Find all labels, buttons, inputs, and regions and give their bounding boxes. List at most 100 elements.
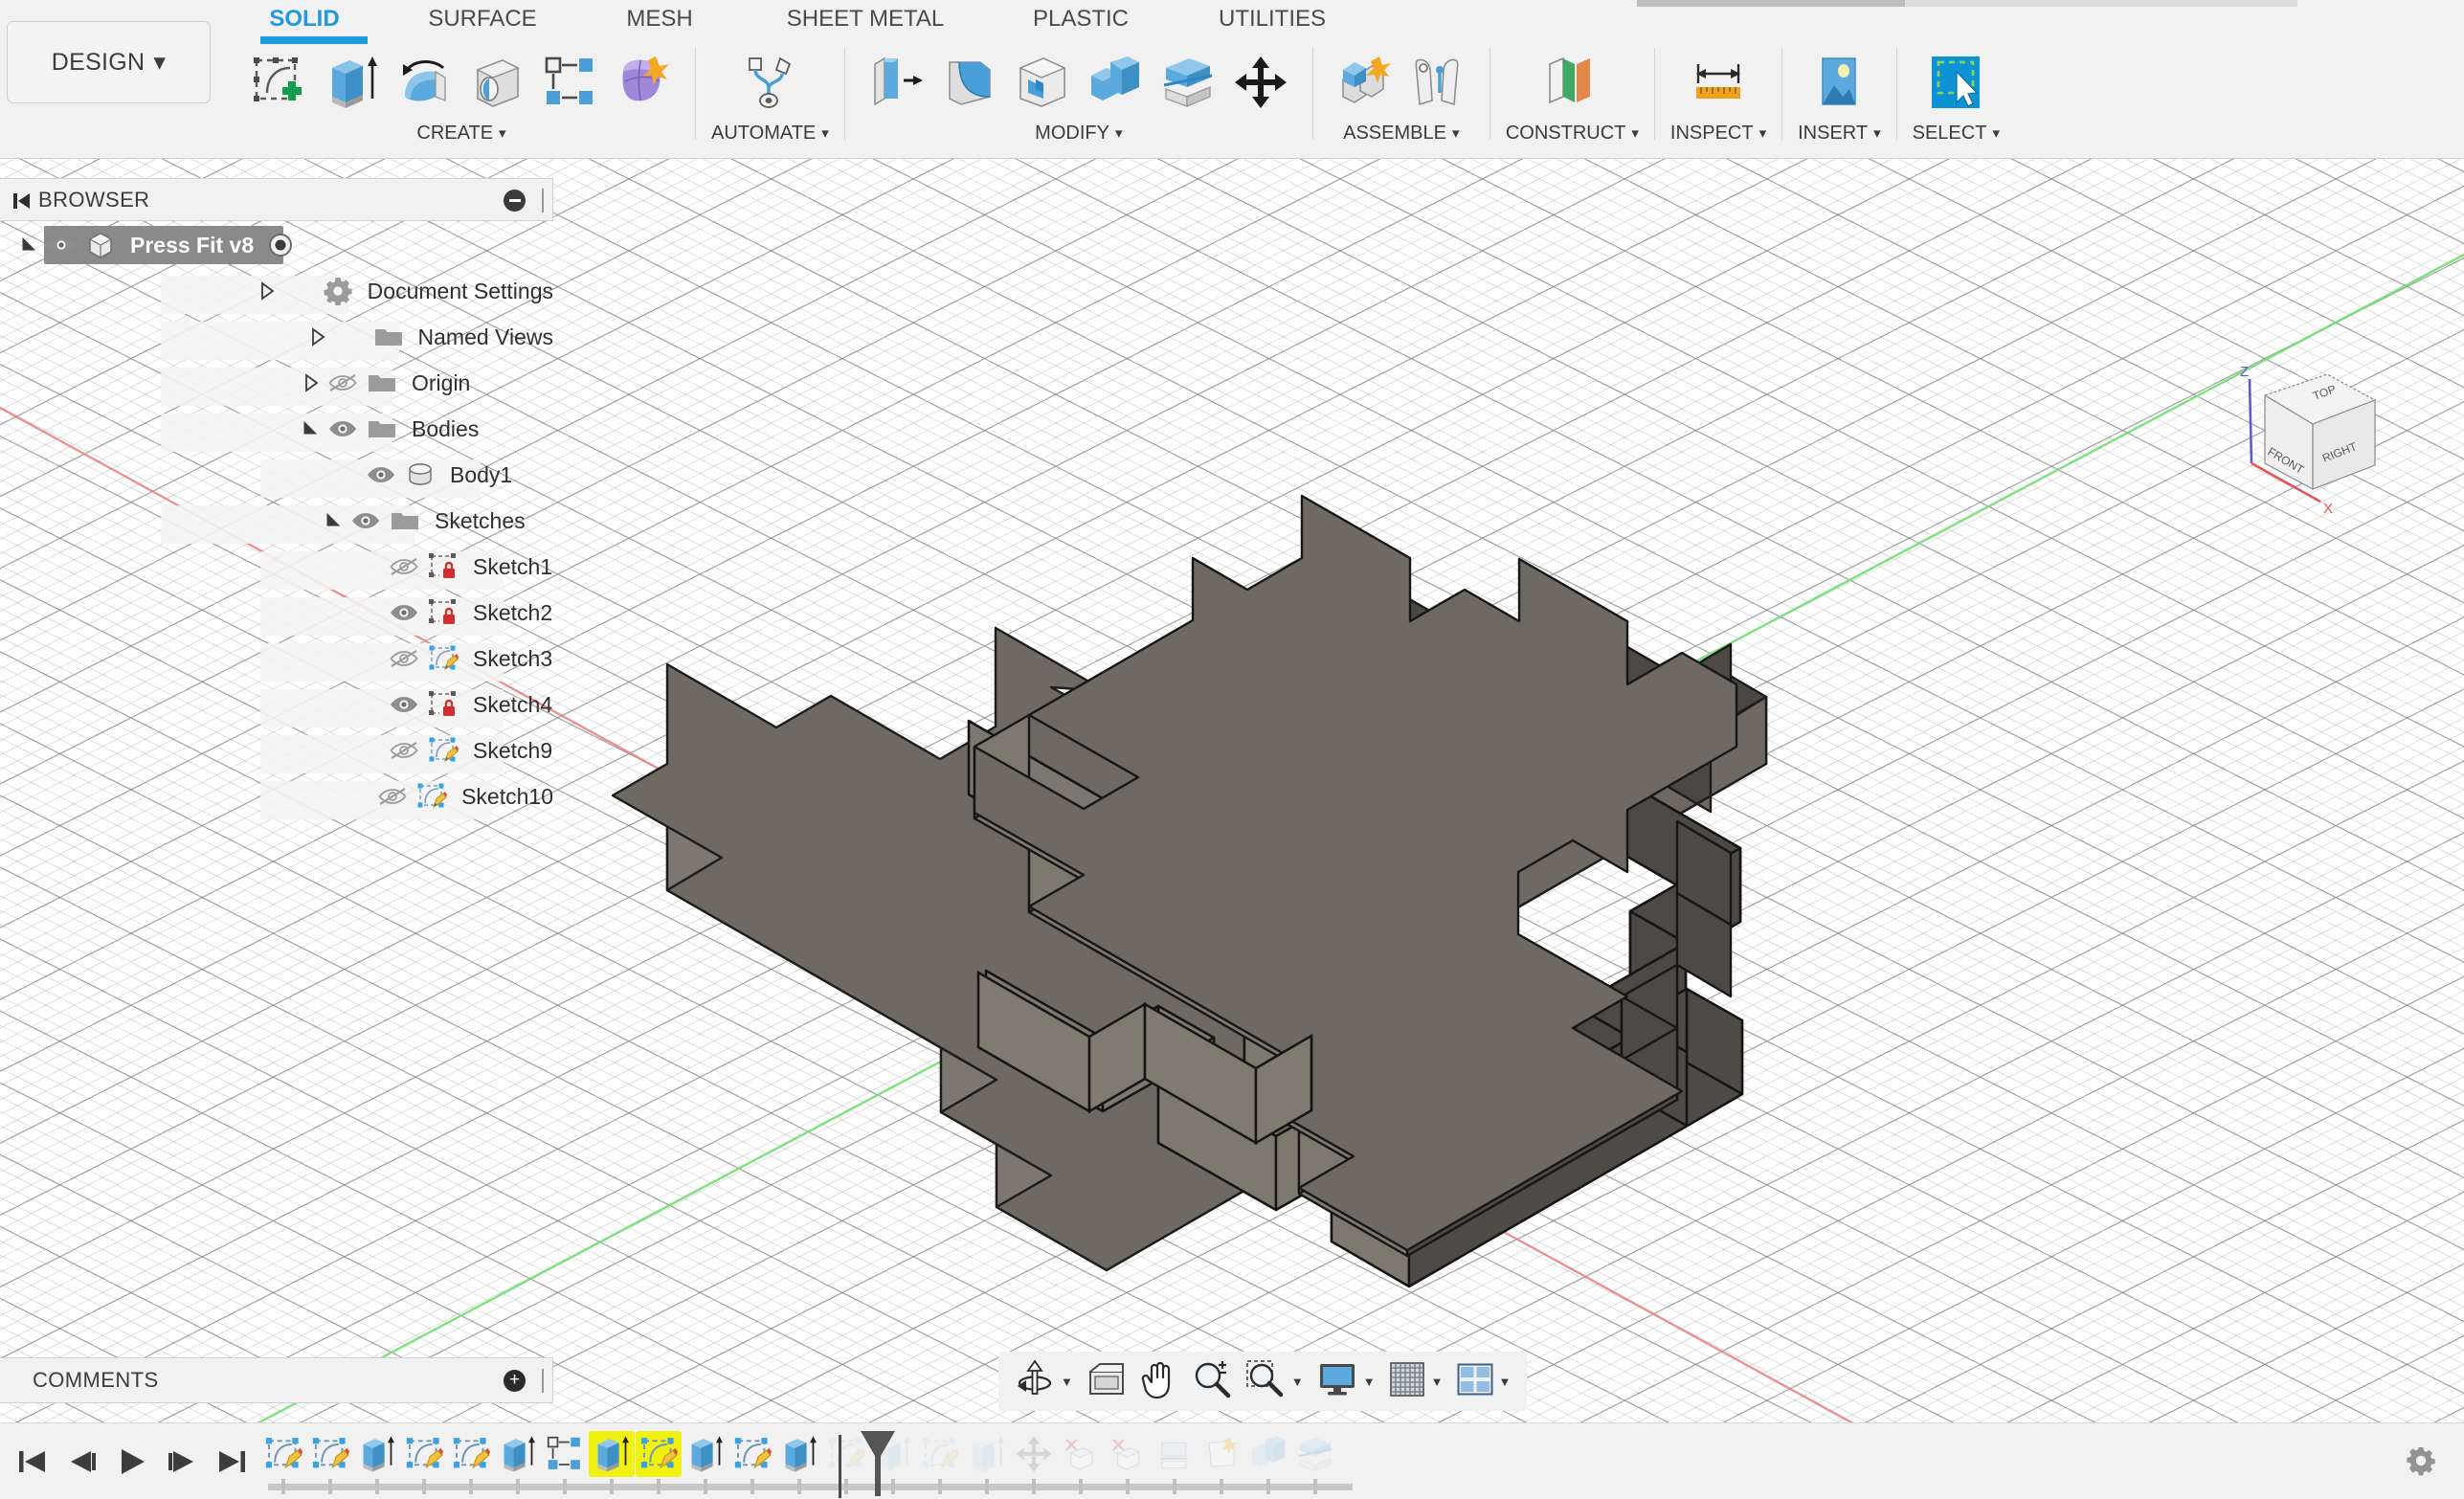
- split-face-icon[interactable]: [1155, 48, 1221, 117]
- timeline-sketch-feature[interactable]: [636, 1431, 682, 1477]
- timeline-extrude-feature[interactable]: [354, 1431, 400, 1477]
- timeline-move-feature[interactable]: [1011, 1431, 1057, 1477]
- tree-item-press-fit-v8[interactable]: Press Fit v8: [0, 222, 553, 268]
- ribbon-group-label[interactable]: CONSTRUCT: [1506, 123, 1626, 145]
- collapse-left-icon[interactable]: [10, 190, 33, 213]
- view-gallery-button[interactable]: [1086, 1362, 1127, 1401]
- tree-item-sketch1[interactable]: Sketch1: [0, 544, 553, 590]
- expander-expanded-icon[interactable]: [322, 508, 347, 533]
- zoom-button[interactable]: [1192, 1359, 1232, 1404]
- ribbon-group-label[interactable]: SELECT: [1913, 123, 1987, 145]
- comments-resize-grip[interactable]: [542, 1369, 545, 1393]
- timeline-extrude-feature[interactable]: [495, 1431, 541, 1477]
- timeline-sketch-feature[interactable]: [307, 1431, 353, 1477]
- tree-item-sketch2[interactable]: Sketch2: [0, 590, 553, 636]
- eye-closed-icon[interactable]: [324, 373, 362, 392]
- expander-collapsed-icon[interactable]: [305, 324, 330, 349]
- offset-plane-icon[interactable]: [1539, 48, 1604, 117]
- zoom-window-button[interactable]: ▼: [1245, 1359, 1304, 1404]
- tab-mesh[interactable]: MESH: [607, 6, 712, 33]
- combine-icon[interactable]: [1083, 48, 1148, 117]
- expander-expanded-icon[interactable]: [17, 233, 42, 257]
- ribbon-group-label[interactable]: CREATE: [416, 123, 493, 145]
- chevron-down-icon[interactable]: ▼: [1431, 1375, 1444, 1389]
- pan-button[interactable]: [1140, 1359, 1178, 1404]
- viewports-button[interactable]: ▼: [1457, 1363, 1512, 1400]
- chevron-down-icon[interactable]: ▼: [1363, 1375, 1376, 1389]
- viewcube[interactable]: TOP FRONT RIGHT Z X: [2207, 355, 2389, 527]
- tab-utilities[interactable]: UTILITIES: [1191, 6, 1354, 33]
- chevron-down-icon[interactable]: ▾: [1873, 124, 1881, 142]
- step-forward-button[interactable]: [157, 1437, 207, 1487]
- joint-icon[interactable]: [1405, 48, 1470, 117]
- ribbon-group-label[interactable]: MODIFY: [1035, 123, 1109, 145]
- tree-item-named-views[interactable]: Named Views: [0, 314, 553, 360]
- play-button[interactable]: [107, 1437, 157, 1487]
- expander-collapsed-icon[interactable]: [255, 279, 280, 303]
- timeline-sketch-feature[interactable]: [260, 1431, 306, 1477]
- timeline-split-feature[interactable]: [1152, 1431, 1198, 1477]
- tree-item-sketch4[interactable]: Sketch4: [0, 682, 553, 727]
- timeline-extrude-feature[interactable]: [683, 1431, 728, 1477]
- timeline-splitface-feature[interactable]: [1292, 1431, 1338, 1477]
- eye-closed-icon[interactable]: [385, 741, 423, 760]
- timeline-delete-feature[interactable]: [1105, 1431, 1151, 1477]
- expander-collapsed-icon[interactable]: [299, 370, 324, 395]
- timeline-extrude-feature[interactable]: [776, 1431, 822, 1477]
- extrude-icon[interactable]: [320, 48, 385, 117]
- go-to-beginning-button[interactable]: [8, 1437, 57, 1487]
- gear-icon[interactable]: [2399, 1439, 2443, 1483]
- chevron-down-icon[interactable]: ▾: [1115, 124, 1123, 142]
- eye-open-icon[interactable]: [385, 603, 423, 622]
- chevron-down-icon[interactable]: ▼: [1061, 1375, 1073, 1389]
- timeline-sketch-feature[interactable]: [729, 1431, 775, 1477]
- create-sketch-icon[interactable]: [247, 48, 312, 117]
- step-back-button[interactable]: [57, 1437, 107, 1487]
- timeline-newcomp-feature[interactable]: [1198, 1431, 1244, 1477]
- window-scrollbar-thumb[interactable]: [1637, 0, 1905, 7]
- timeline-playhead-marker[interactable]: [849, 1431, 907, 1498]
- eye-closed-icon[interactable]: [385, 649, 423, 668]
- move-copy-icon[interactable]: [1228, 48, 1293, 117]
- tree-item-body1[interactable]: Body1: [0, 452, 553, 498]
- automate-icon[interactable]: [737, 48, 802, 117]
- workspace-switcher-button[interactable]: DESIGN ▾: [7, 21, 211, 103]
- go-to-end-button[interactable]: [207, 1437, 257, 1487]
- chevron-down-icon[interactable]: ▼: [1499, 1375, 1512, 1389]
- tab-solid[interactable]: SOLID: [251, 6, 358, 33]
- radio-icon[interactable]: [267, 232, 294, 258]
- grid-snaps-button[interactable]: ▼: [1389, 1361, 1444, 1402]
- expander-expanded-icon[interactable]: [299, 416, 324, 441]
- chevron-down-icon[interactable]: ▾: [1759, 124, 1767, 142]
- tab-surface[interactable]: SURFACE: [406, 6, 559, 33]
- chevron-down-icon[interactable]: ▾: [1631, 124, 1639, 142]
- chevron-down-icon[interactable]: ▼: [1291, 1375, 1304, 1389]
- ribbon-group-label[interactable]: ASSEMBLE: [1343, 123, 1446, 145]
- hole-icon[interactable]: [465, 48, 530, 117]
- chevron-down-icon[interactable]: ▾: [1452, 124, 1460, 142]
- display-settings-button[interactable]: ▼: [1317, 1361, 1376, 1402]
- eye-open-icon[interactable]: [324, 419, 362, 438]
- tree-item-sketch3[interactable]: Sketch3: [0, 636, 553, 682]
- eye-closed-icon[interactable]: [385, 557, 423, 576]
- timeline-sketch-feature[interactable]: [917, 1431, 963, 1477]
- orbit-button[interactable]: ▼: [1015, 1358, 1073, 1404]
- measure-icon[interactable]: [1686, 48, 1751, 117]
- shell-icon[interactable]: [1010, 48, 1075, 117]
- eye-open-icon[interactable]: [362, 465, 400, 484]
- timeline-pattern-feature[interactable]: [542, 1431, 588, 1477]
- tree-item-document-settings[interactable]: Document Settings: [0, 268, 553, 314]
- tree-item-sketch10[interactable]: Sketch10: [0, 773, 553, 819]
- tree-item-origin[interactable]: Origin: [0, 360, 553, 406]
- revolve-icon[interactable]: [392, 48, 458, 117]
- timeline-sketch-feature[interactable]: [448, 1431, 494, 1477]
- tree-item-bodies[interactable]: Bodies: [0, 406, 553, 452]
- eye-open-icon[interactable]: [385, 695, 423, 714]
- panel-resize-grip[interactable]: [542, 189, 545, 213]
- insert-image-icon[interactable]: [1806, 48, 1871, 117]
- chevron-down-icon[interactable]: ▾: [1992, 124, 2000, 142]
- new-component-icon[interactable]: [1333, 48, 1398, 117]
- ribbon-group-label[interactable]: INSERT: [1798, 123, 1868, 145]
- minus-circle-icon[interactable]: [504, 190, 526, 212]
- comments-panel[interactable]: COMMENTS +: [0, 1357, 553, 1403]
